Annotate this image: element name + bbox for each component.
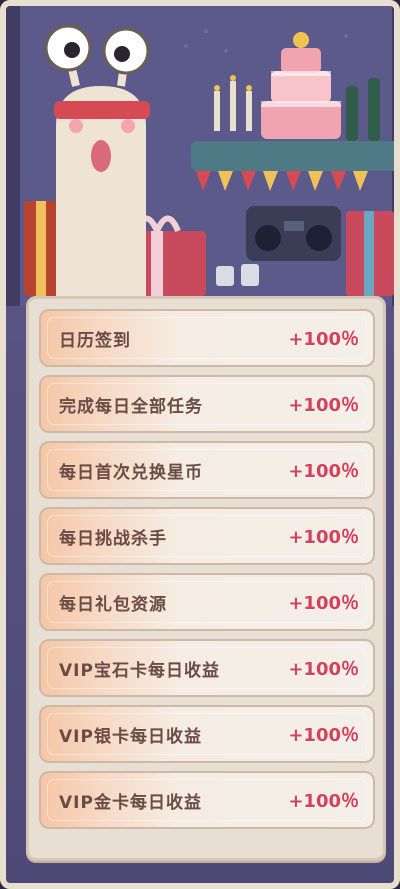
bonus-label: 日历签到 (59, 330, 131, 351)
bonus-row-challenge-killer: 每日挑战杀手 +100％ (39, 507, 375, 565)
bonus-label: 每日首次兑换星币 (59, 462, 203, 483)
bonus-label: VIP银卡每日收益 (59, 726, 202, 747)
bonus-label: 每日挑战杀手 (59, 528, 167, 549)
bonus-row-gift-pack-resources: 每日礼包资源 +100％ (39, 573, 375, 631)
bonus-value: +100％ (288, 395, 359, 416)
bonus-panel: 日历签到 +100％ 完成每日全部任务 +100％ 每日首次兑换星币 +100％… (26, 296, 386, 861)
bonus-value: +100％ (288, 593, 359, 614)
bonus-label: VIP金卡每日收益 (59, 792, 202, 813)
bonus-label: VIP宝石卡每日收益 (59, 660, 220, 681)
bonus-label: 完成每日全部任务 (59, 396, 203, 417)
bonus-label: 每日礼包资源 (59, 594, 167, 615)
bonus-value: +100％ (288, 329, 359, 350)
bonus-value: +100％ (288, 659, 359, 680)
bonus-value: +100％ (288, 527, 359, 548)
bonus-value: +100％ (288, 791, 359, 812)
party-scene-illustration (6, 6, 394, 306)
bonus-row-vip-silver-card: VIP银卡每日收益 +100％ (39, 705, 375, 763)
bonus-row-star-coin-exchange: 每日首次兑换星币 +100％ (39, 441, 375, 499)
bonus-row-vip-gem-card: VIP宝石卡每日收益 +100％ (39, 639, 375, 697)
boombox-icon (246, 206, 341, 261)
bonus-value: +100％ (288, 725, 359, 746)
bonus-row-vip-gold-card: VIP金卡每日收益 +100％ (39, 771, 375, 829)
bonus-row-daily-tasks: 完成每日全部任务 +100％ (39, 375, 375, 433)
popup-frame: 日历签到 +100％ 完成每日全部任务 +100％ 每日首次兑换星币 +100％… (0, 0, 400, 889)
bonus-row-calendar-checkin: 日历签到 +100％ (39, 309, 375, 367)
bonus-value: +100％ (288, 461, 359, 482)
